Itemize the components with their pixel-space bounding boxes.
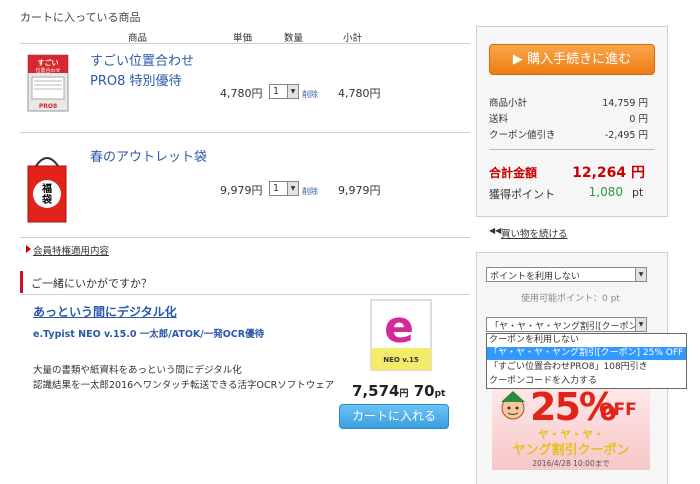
chevron-down-icon[interactable]: ▼ <box>635 268 646 281</box>
delete-link[interactable]: 削除 <box>302 186 318 197</box>
product-image-sugoi[interactable]: すごい 位置合わせ PRO8 <box>20 53 76 117</box>
col-header-quantity: 数量 <box>284 33 304 44</box>
quantity-value: 1 <box>273 86 280 97</box>
cart-item-name-line1[interactable]: すごい位置合わせ <box>90 52 194 72</box>
coupon-option[interactable]: クーポンを利用しない <box>487 334 686 347</box>
summary-label-shipping: 送料 <box>489 114 509 125</box>
svg-text:e: e <box>384 302 414 353</box>
svg-text:NEO v.15: NEO v.15 <box>383 356 419 364</box>
summary-value-shipping: 0 円 <box>629 114 648 125</box>
summary-value-coupon: -2,495 円 <box>604 130 648 141</box>
delete-link[interactable]: 削除 <box>302 89 318 100</box>
recommend-product-image[interactable]: e NEO v.15 <box>365 298 439 374</box>
svg-text:袋: 袋 <box>41 193 53 206</box>
recommend-desc-line2: 認識結果を一太郎2016へワンタッチ転送できる活字OCRソフトウェア <box>33 380 335 391</box>
svg-text:PRO8: PRO8 <box>39 103 57 110</box>
coupon-option[interactable]: クーポンコードを入力する <box>487 375 686 388</box>
recommend-divider <box>20 294 470 295</box>
summary-divider <box>489 149 655 150</box>
section-accent-bar <box>20 271 23 293</box>
svg-text:福: 福 <box>41 182 52 195</box>
recommend-title: ご一緒にいかがですか？ <box>31 277 152 290</box>
col-header-unit-price: 単価 <box>233 33 253 44</box>
continue-shopping-link[interactable]: 買い物を続ける <box>501 226 568 240</box>
banner-line2: ヤング割引クーポン <box>512 443 630 458</box>
recommend-price: 7,574円 70pt <box>352 382 445 400</box>
coupon-option[interactable]: 「すごい位置合わせPRO8」108円引き <box>487 361 686 374</box>
available-points: 使用可能ポイント：0 pt <box>521 294 620 304</box>
recommend-price-main: 7,574 <box>352 382 400 400</box>
recommend-price-yen: 円 <box>399 389 409 399</box>
cart-item-subtotal: 4,780円 <box>338 87 381 100</box>
quantity-select[interactable]: 1 ▼ <box>269 181 299 196</box>
summary-label-coupon: クーポン値引き <box>489 130 556 141</box>
cart-item-unit-price: 9,979円 <box>220 184 263 197</box>
banner-date: 2016/4/28 10:00まで <box>532 459 610 468</box>
points-value: 1,080 <box>588 185 623 199</box>
points-select[interactable]: ポイントを利用しない ▼ <box>486 267 647 282</box>
cart-item-name[interactable]: すごい位置合わせ PRO8 特別優待 <box>90 52 194 92</box>
coupon-select-value: 「ヤ・ヤ・ヤ・ヤング割引[クーポン]25 <box>490 322 636 332</box>
recommend-product-subtitle[interactable]: e.Typist NEO v.15.0 一太郎/ATOK/一発OCR優待 <box>33 326 264 340</box>
total-value: 12,264 円 <box>572 165 645 181</box>
banner-off: OFF <box>599 400 637 420</box>
checkout-button-label: 購入手続きに進む <box>527 52 632 67</box>
member-benefit-link[interactable]: 会員特権適用内容 <box>33 243 109 257</box>
recommend-price-pt-unit: pt <box>434 389 446 399</box>
quantity-select[interactable]: 1 ▼ <box>269 84 299 99</box>
cart-item-name-line2[interactable]: PRO8 特別優待 <box>90 72 194 92</box>
coupon-option-selected[interactable]: 「ヤ・ヤ・ヤ・ヤング割引[クーポン] 25% OFF <box>487 347 686 360</box>
quantity-value: 1 <box>273 183 280 194</box>
cart-item-subtotal: 9,979円 <box>338 184 381 197</box>
checkout-button[interactable]: ▶ 購入手続きに進む <box>489 44 655 75</box>
svg-text:位置合わせ: 位置合わせ <box>35 67 60 74</box>
product-image-fukubukuro[interactable]: 福 袋 <box>22 148 72 226</box>
item-divider <box>20 237 470 238</box>
recommend-product-name[interactable]: あっという間にデジタル化 <box>33 303 177 320</box>
cart-title: カートに入っている商品 <box>20 11 141 24</box>
character-icon <box>501 391 525 420</box>
coupon-select[interactable]: 「ヤ・ヤ・ヤ・ヤング割引[クーポン]25 ▼ <box>486 317 647 332</box>
summary-label-subtotal: 商品小計 <box>489 98 528 109</box>
add-to-cart-button[interactable]: カートに入れる <box>339 404 449 429</box>
recommend-price-points: 70 <box>413 382 435 400</box>
summary-value-subtotal: 14,759 円 <box>602 98 648 109</box>
points-select-value: ポイントを利用しない <box>490 272 581 282</box>
cart-item-unit-price: 4,780円 <box>220 87 263 100</box>
chevron-down-icon[interactable]: ▼ <box>287 182 298 195</box>
header-divider <box>20 43 470 44</box>
points-unit: pt <box>632 186 644 199</box>
col-header-subtotal: 小計 <box>343 33 363 44</box>
play-arrow-icon: ▶ <box>512 52 523 67</box>
total-label: 合計金額 <box>489 166 538 180</box>
chevron-down-icon[interactable]: ▼ <box>287 85 298 98</box>
cart-item-name[interactable]: 春のアウトレット袋 <box>90 148 207 168</box>
col-header-product: 商品 <box>128 33 148 44</box>
points-label: 獲得ポイント <box>489 188 555 201</box>
svg-text:すごい: すごい <box>38 58 59 67</box>
coupon-banner[interactable]: 25% OFF ヤ・ヤ・ヤ・ ヤング割引クーポン 2016/4/28 10:00… <box>492 384 650 470</box>
chevron-down-icon[interactable]: ▼ <box>635 318 646 331</box>
coupon-dropdown-list[interactable]: クーポンを利用しない 「ヤ・ヤ・ヤ・ヤング割引[クーポン] 25% OFF 「す… <box>486 333 687 389</box>
arrow-right-icon <box>26 245 31 253</box>
recommend-desc-line1: 大量の書類や紙資料をあっという間にデジタル化 <box>33 365 242 376</box>
item-divider <box>20 132 470 133</box>
double-chevron-left-icon: ◀◀ <box>489 226 502 235</box>
